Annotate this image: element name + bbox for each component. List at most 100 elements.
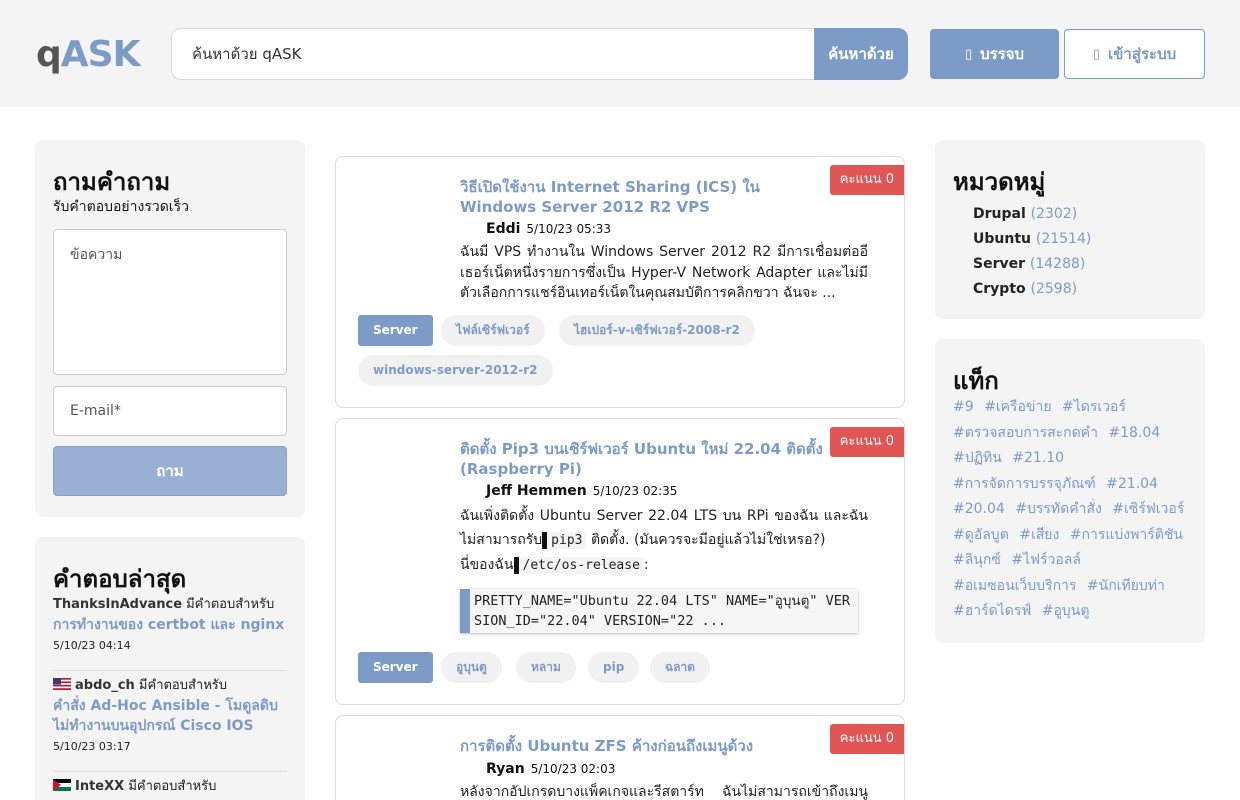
answer-date: 5/10/23 04:14 bbox=[53, 639, 131, 652]
tag-link[interactable]: #9 bbox=[953, 399, 974, 415]
answer-user[interactable]: abdo_ch bbox=[75, 678, 135, 693]
category-count: (14288) bbox=[1029, 256, 1086, 272]
question-date: 5/10/23 02:35 bbox=[592, 484, 678, 498]
tag-pill[interactable]: ฉลาด bbox=[650, 652, 711, 683]
tag-link[interactable]: #ปฏิทิน bbox=[953, 450, 1002, 466]
tag-link[interactable]: #ตรวจสอบการสะกดคำ bbox=[953, 425, 1098, 441]
latest-answers-panel: คำตอบล่าสุด ThanksInAdvance มีคำตอบสำหรั… bbox=[35, 537, 305, 800]
question-meta: Ryan 5/10/23 02:03 bbox=[486, 761, 615, 777]
question-title[interactable]: ติดตั้ง Pip3 บนเซิร์ฟเวอร์ Ubuntu ใหม่ 2… bbox=[460, 439, 832, 479]
search-button[interactable]: ค้นหาด้วย bbox=[814, 28, 908, 80]
tag-link[interactable]: #ไดรเวอร์ bbox=[1062, 399, 1126, 415]
tag-link[interactable]: #การจัดการบรรจุภัณฑ์ bbox=[953, 476, 1096, 492]
tag-link[interactable]: #เซิร์ฟเวอร์ bbox=[1112, 501, 1184, 517]
tag-link[interactable]: #ลินุกซ์ bbox=[953, 552, 1001, 568]
answer-user[interactable]: ThanksInAdvance bbox=[53, 597, 182, 612]
category-pill[interactable]: Server bbox=[358, 315, 433, 346]
category-list: Drupal (2302) Ubuntu (21514) Server (142… bbox=[973, 202, 1091, 302]
question-date: 5/10/23 02:03 bbox=[530, 762, 616, 776]
tag-link[interactable]: #18.04 bbox=[1108, 425, 1160, 441]
tag-link[interactable]: #20.04 bbox=[953, 501, 1005, 517]
code-block: PRETTY_NAME="Ubuntu 22.04 LTS" NAME="อูบ… bbox=[460, 589, 858, 633]
logo-ask: ASK bbox=[60, 34, 141, 75]
question-title[interactable]: วิธีเปิดใช้งาน Internet Sharing (ICS) ใน… bbox=[460, 177, 832, 217]
question-meta: Eddi 5/10/23 05:33 bbox=[486, 221, 611, 237]
answer-date: 5/10/23 03:17 bbox=[53, 740, 131, 753]
site-logo[interactable]: qASK bbox=[36, 34, 141, 76]
category-item[interactable]: Crypto (2598) bbox=[973, 277, 1091, 302]
question-date: 5/10/23 05:33 bbox=[526, 222, 612, 236]
register-label: บรรจบ bbox=[980, 45, 1025, 63]
us-flag-icon bbox=[53, 678, 71, 690]
tag-link[interactable]: #21.04 bbox=[1106, 476, 1158, 492]
question-author[interactable]: Eddi bbox=[486, 221, 520, 237]
category-item[interactable]: Drupal (2302) bbox=[973, 202, 1091, 227]
sign-in-icon: ▯ bbox=[1092, 46, 1101, 62]
category-pill[interactable]: Server bbox=[358, 652, 433, 683]
answer-item: InteXX มีคำตอบสำหรับ bbox=[53, 777, 287, 797]
tag-link[interactable]: #อเมซอนเว็บบริการ bbox=[953, 578, 1076, 594]
question-card: คะแนน 0 วิธีเปิดใช้งาน Internet Sharing … bbox=[335, 156, 905, 408]
category-item[interactable]: Server (14288) bbox=[973, 252, 1091, 277]
tag-link[interactable]: #เสียง bbox=[1019, 527, 1059, 543]
question-meta: Jeff Hemmen 5/10/23 02:35 bbox=[486, 483, 677, 499]
categories-panel: หมวดหมู่ Drupal (2302) Ubuntu (21514) Se… bbox=[935, 140, 1205, 319]
email-field[interactable] bbox=[53, 386, 287, 436]
ask-button[interactable]: ถาม bbox=[53, 446, 287, 496]
login-label: เข้าสู่ระบบ bbox=[1108, 45, 1177, 63]
answer-item: ThanksInAdvance มีคำตอบสำหรับ การทำงานขอ… bbox=[53, 595, 287, 653]
inline-code: pip3 bbox=[542, 532, 587, 549]
logo-q: q bbox=[36, 34, 62, 75]
answer-link[interactable]: การทำงานของ certbot และ nginx bbox=[53, 615, 287, 635]
excerpt-text: : bbox=[643, 557, 649, 573]
tag-link[interactable]: #อูบุนตู bbox=[1042, 603, 1090, 619]
answer-user[interactable]: InteXX bbox=[75, 779, 124, 794]
tag-link[interactable]: #บรรทัดคำสั่ง bbox=[1015, 501, 1102, 517]
question-author[interactable]: Ryan bbox=[486, 761, 525, 777]
category-count: (21514) bbox=[1035, 231, 1092, 247]
score-badge: คะแนน 0 bbox=[829, 427, 904, 457]
question-title[interactable]: การติดตั้ง Ubuntu ZFS ค้างก่อนถึงเมนูด้ว… bbox=[460, 736, 832, 756]
tag-pill[interactable]: อูบุนตู bbox=[441, 652, 502, 683]
category-name: Drupal bbox=[973, 206, 1026, 222]
tag-pill[interactable]: ไฮเปอร์-v-เซิร์ฟเวอร์-2008-r2 bbox=[559, 315, 755, 346]
tag-link[interactable]: #ไฟร์วอลล์ bbox=[1011, 552, 1081, 568]
tag-pill[interactable]: ไฟล์เซิร์ฟเวอร์ bbox=[441, 315, 545, 346]
tag-pill[interactable]: หลาม bbox=[516, 652, 576, 683]
answer-link[interactable]: คำสั่ง Ad-Hoc Ansible - โมดูลดิบไม่ทำงาน… bbox=[53, 696, 287, 736]
search-input[interactable] bbox=[171, 28, 816, 80]
question-excerpt: นี่ของฉัน/etc/os-release: bbox=[460, 555, 868, 577]
category-name: Ubuntu bbox=[973, 231, 1031, 247]
category-count: (2598) bbox=[1030, 281, 1078, 297]
categories-title: หมวดหมู่ bbox=[953, 168, 1046, 196]
ask-question-panel: ถามคำถาม รับคำตอบอย่างรวดเร็ว ถาม bbox=[35, 140, 305, 517]
tag-link[interactable]: #ดูอัลบูต bbox=[953, 527, 1009, 543]
latest-answers-title: คำตอบล่าสุด bbox=[53, 565, 187, 593]
question-excerpt: ฉันมี VPS ทำงานใน Windows Server 2012 R2… bbox=[460, 244, 868, 301]
site-header: qASK ค้นหาด้วย ▯ บรรจบ ▯ เข้าสู่ระบบ bbox=[0, 0, 1240, 107]
excerpt-text: นี่ของฉัน bbox=[460, 557, 514, 573]
tag-link[interactable]: #นักเทียบท่า bbox=[1087, 578, 1165, 594]
tag-link[interactable]: #การแบ่งพาร์ติชัน bbox=[1070, 527, 1183, 543]
category-item[interactable]: Ubuntu (21514) bbox=[973, 227, 1091, 252]
category-name: Server bbox=[973, 256, 1026, 272]
tag-link[interactable]: #ฮาร์ดไดรฟ์ bbox=[953, 603, 1031, 619]
register-button[interactable]: ▯ บรรจบ bbox=[930, 29, 1059, 79]
tag-pill[interactable]: pip bbox=[588, 652, 640, 683]
question-author[interactable]: Jeff Hemmen bbox=[486, 483, 587, 499]
question-card: คะแนน 0 การติดตั้ง Ubuntu ZFS ค้างก่อนถึ… bbox=[335, 715, 905, 800]
ask-subtitle: รับคำตอบอย่างรวดเร็ว bbox=[53, 199, 189, 215]
login-button[interactable]: ▯ เข้าสู่ระบบ bbox=[1064, 29, 1205, 79]
category-name: Crypto bbox=[973, 281, 1026, 297]
tag-link[interactable]: #21.10 bbox=[1012, 450, 1064, 466]
question-excerpt: หลังจากอัปเกรดบางแพ็คเกจและรีสตาร์ท ฉันไ… bbox=[460, 784, 868, 800]
tag-pill[interactable]: windows-server-2012-r2 bbox=[358, 355, 553, 386]
answer-connector: มีคำตอบสำหรับ bbox=[138, 678, 228, 693]
score-badge: คะแนน 0 bbox=[829, 724, 904, 754]
tag-link[interactable]: #เครือข่าย bbox=[984, 399, 1051, 415]
score-badge: คะแนน 0 bbox=[829, 165, 904, 195]
question-excerpt: ฉันเพิ่งติดตั้ง Ubuntu Server 22.04 LTS … bbox=[460, 504, 868, 553]
answer-connector: มีคำตอบสำหรับ bbox=[128, 779, 217, 794]
message-input[interactable] bbox=[53, 229, 287, 375]
divider bbox=[53, 670, 287, 671]
